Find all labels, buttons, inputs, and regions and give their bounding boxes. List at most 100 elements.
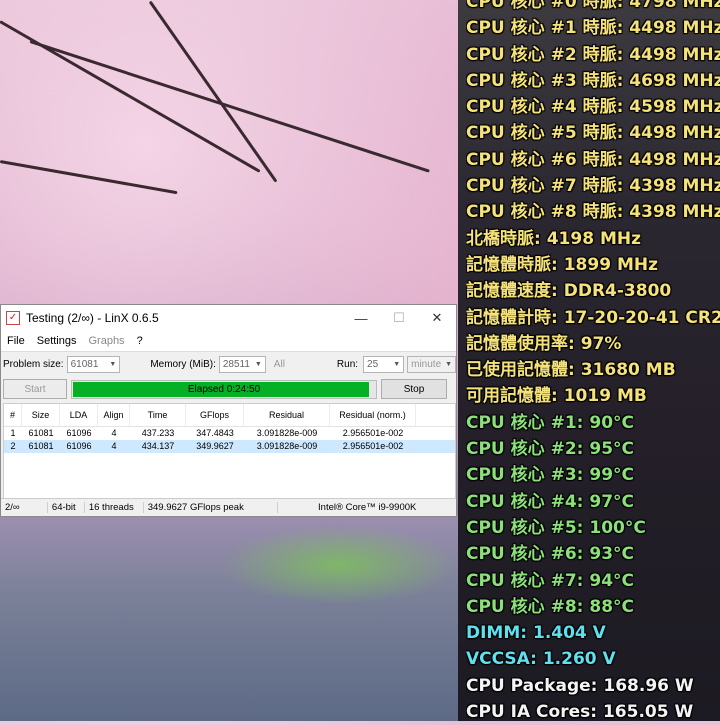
overlay-line: CPU 核心 #8: 88°C bbox=[466, 596, 634, 617]
run-combo[interactable]: 25 ▼ bbox=[363, 355, 405, 373]
run-value: 25 bbox=[367, 358, 379, 370]
table-header: # Size LDA Align Time GFlops Residual Residual … bbox=[4, 404, 455, 427]
actions-row: Start Elapsed 0:24:50 Stop bbox=[1, 376, 456, 402]
column-header[interactable]: Align bbox=[98, 404, 130, 426]
chevron-down-icon: ▼ bbox=[393, 360, 401, 368]
overlay-line: CPU 核心 #2: 95°C bbox=[466, 439, 634, 460]
overlay-line: CPU 核心 #2 時脈: 4498 MHz bbox=[466, 44, 720, 65]
background-branch bbox=[148, 0, 278, 183]
memory-value: 28511 bbox=[222, 358, 250, 370]
column-header[interactable]: Residual (norm.) bbox=[330, 404, 416, 426]
column-header[interactable]: GFlops bbox=[186, 404, 244, 426]
status-threads: 16 threads bbox=[85, 502, 144, 513]
memory-combo[interactable]: 28511 ▼ bbox=[218, 355, 266, 373]
menu-help[interactable]: ? bbox=[131, 335, 149, 347]
overlay-line: CPU 核心 #4: 97°C bbox=[466, 491, 634, 512]
linx-window: ✓ Testing (2/∞) - LinX 0.6.5 — ☐ ✕ File … bbox=[0, 304, 457, 517]
chevron-down-icon: ▼ bbox=[254, 360, 262, 368]
status-peak: 349.9627 GFlops peak bbox=[144, 502, 279, 513]
overlay-line: CPU 核心 #6: 93°C bbox=[466, 544, 634, 565]
overlay-line: DIMM: 1.404 V bbox=[466, 623, 606, 644]
table-cell: 3.091828e-009 bbox=[256, 428, 318, 438]
chevron-down-icon: ▼ bbox=[109, 360, 117, 368]
run-label: Run: bbox=[336, 358, 359, 370]
start-button[interactable]: Start bbox=[3, 379, 67, 399]
status-bar: 2/∞ 64-bit 16 threads 349.9627 GFlops pe… bbox=[1, 498, 456, 516]
status-runs: 2/∞ bbox=[1, 502, 48, 513]
table-cell: 437.233 bbox=[141, 428, 175, 438]
menu-settings[interactable]: Settings bbox=[31, 335, 83, 347]
overlay-line: CPU 核心 #3 時脈: 4698 MHz bbox=[466, 70, 720, 91]
overlay-line: CPU 核心 #5 時脈: 4498 MHz bbox=[466, 123, 720, 144]
close-button[interactable]: ✕ bbox=[418, 305, 456, 331]
status-cpu: Intel® Core™ i9-9900K bbox=[318, 502, 417, 513]
linx-check-icon: ✓ bbox=[6, 311, 20, 325]
overlay-line: 記憶體使用率: 97% bbox=[466, 333, 622, 354]
table-cell: 2.956501e-002 bbox=[342, 428, 404, 438]
problem-size-combo[interactable]: 61081 ▼ bbox=[66, 355, 121, 373]
column-header[interactable]: Size bbox=[22, 404, 60, 426]
results-table[interactable]: # Size LDA Align Time GFlops Residual Residual … bbox=[3, 403, 456, 501]
maximize-button[interactable]: ☐ bbox=[380, 305, 418, 331]
table-cell: 347.4843 bbox=[196, 428, 234, 438]
table-row[interactable]: 1 61081 61096 4 437.233 347.4843 3.091828e-009… bbox=[4, 427, 455, 440]
overlay-line: CPU 核心 #1: 90°C bbox=[466, 412, 634, 433]
column-header[interactable]: Time bbox=[130, 404, 186, 426]
menu-graphs[interactable]: Graphs bbox=[82, 335, 130, 347]
elapsed-progress-bar: Elapsed 0:24:50 bbox=[71, 379, 377, 399]
table-cell: 61096 bbox=[66, 441, 92, 451]
all-checkbox-label[interactable]: All bbox=[274, 359, 285, 370]
overlay-line: CPU 核心 #3: 99°C bbox=[466, 465, 634, 486]
window-title: Testing (2/∞) - LinX 0.6.5 bbox=[26, 311, 159, 325]
parameters-row: Problem size: 61081 ▼ Memory (MiB): 2851… bbox=[1, 352, 456, 376]
title-bar[interactable]: ✓ Testing (2/∞) - LinX 0.6.5 — ☐ ✕ bbox=[1, 305, 456, 331]
overlay-line: CPU 核心 #4 時脈: 4598 MHz bbox=[466, 97, 720, 118]
overlay-line: 記憶體計時: 17-20-20-41 CR2 bbox=[466, 307, 720, 328]
table-cell: 1 bbox=[10, 428, 16, 438]
table-cell: 2 bbox=[10, 441, 16, 451]
table-row[interactable]: 2 61081 61096 4 434.137 349.9627 3.091828e-009… bbox=[4, 440, 455, 453]
table-cell: 2.956501e-002 bbox=[342, 441, 404, 451]
background-grass bbox=[220, 525, 460, 605]
menu-bar: File Settings Graphs ? bbox=[1, 331, 456, 352]
table-cell: 4 bbox=[111, 441, 117, 451]
chevron-down-icon: ▼ bbox=[445, 360, 452, 368]
table-cell: 61081 bbox=[28, 428, 54, 438]
overlay-line: 北橋時脈: 4198 MHz bbox=[466, 228, 641, 249]
overlay-line: 可用記憶體: 1019 MB bbox=[466, 386, 647, 407]
overlay-line: 已使用記憶體: 31680 MB bbox=[466, 360, 676, 381]
column-header[interactable]: LDA bbox=[60, 404, 98, 426]
column-header[interactable]: Residual bbox=[244, 404, 330, 426]
table-cell: 349.9627 bbox=[196, 441, 234, 451]
overlay-line: CPU 核心 #8 時脈: 4398 MHz bbox=[466, 202, 720, 223]
problem-size-value: 61081 bbox=[70, 358, 99, 370]
table-cell: 3.091828e-009 bbox=[256, 441, 318, 451]
overlay-line: 記憶體時脈: 1899 MHz bbox=[466, 254, 658, 275]
stop-button[interactable]: Stop bbox=[381, 379, 447, 399]
table-cell: 61081 bbox=[28, 441, 54, 451]
run-unit-combo[interactable]: minute ▼ bbox=[407, 355, 456, 373]
background-branch bbox=[0, 160, 178, 195]
overlay-line: CPU 核心 #0 時脈: 4798 MHz bbox=[466, 0, 720, 12]
elapsed-time: Elapsed 0:24:50 bbox=[187, 383, 261, 395]
minimize-button[interactable]: — bbox=[342, 305, 380, 331]
overlay-line: CPU 核心 #6 時脈: 4498 MHz bbox=[466, 149, 720, 170]
status-bits: 64-bit bbox=[48, 502, 85, 513]
overlay-line: CPU 核心 #7: 94°C bbox=[466, 570, 634, 591]
background-branch bbox=[0, 20, 261, 173]
problem-size-label: Problem size: bbox=[3, 358, 64, 370]
overlay-line: CPU Package: 168.96 W bbox=[466, 675, 694, 696]
run-unit-value: minute bbox=[411, 358, 442, 370]
memory-label: Memory (MiB): bbox=[150, 358, 216, 370]
overlay-line: 記憶體速度: DDR4-3800 bbox=[466, 281, 672, 302]
overlay-line: CPU 核心 #1 時脈: 4498 MHz bbox=[466, 18, 720, 39]
column-header[interactable]: # bbox=[4, 404, 22, 426]
table-cell: 61096 bbox=[66, 428, 92, 438]
overlay-line: CPU 核心 #7 時脈: 4398 MHz bbox=[466, 176, 720, 197]
overlay-line: VCCSA: 1.260 V bbox=[466, 649, 616, 670]
overlay-line: CPU IA Cores: 165.05 W bbox=[466, 702, 694, 723]
table-cell: 4 bbox=[111, 428, 117, 438]
table-cell: 434.137 bbox=[141, 441, 175, 451]
menu-file[interactable]: File bbox=[1, 335, 31, 347]
hardware-monitor-overlay: CPU 核心 #0 時脈: 4798 MHz CPU 核心 #1 時脈: 4498… bbox=[466, 0, 720, 725]
